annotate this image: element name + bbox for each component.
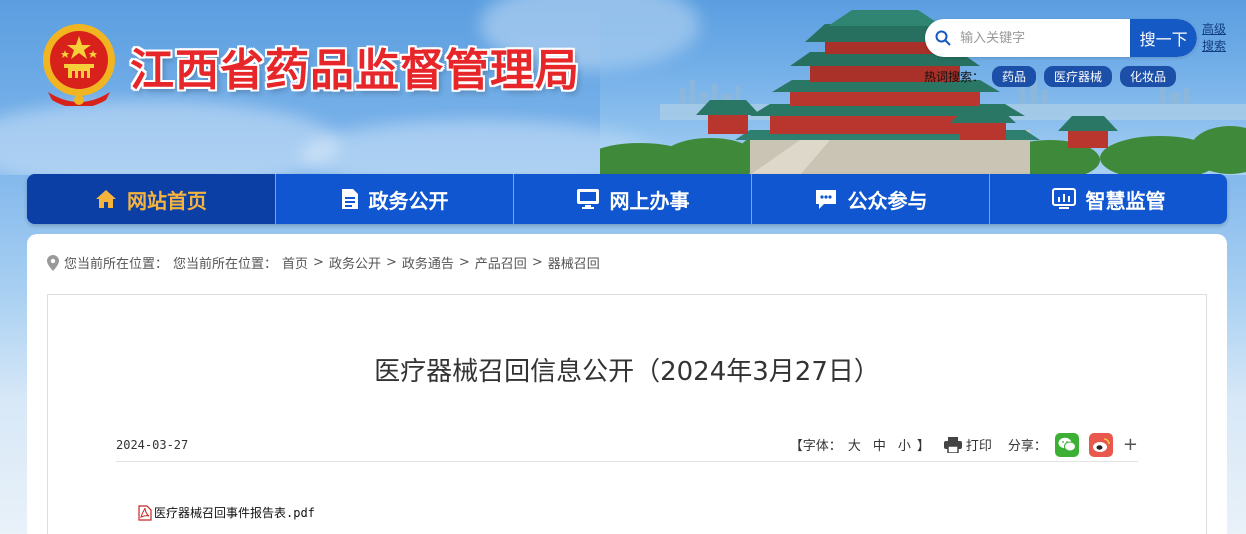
search-bar: 搜一下: [925, 19, 1197, 57]
national-emblem-icon: [43, 24, 115, 106]
font-size-bracket: 】: [916, 439, 930, 454]
chat-icon: [815, 190, 836, 209]
nav-item-government-affairs[interactable]: 政务公开: [275, 174, 513, 224]
breadcrumb-link-home[interactable]: 首页: [282, 253, 308, 272]
font-size-large-button[interactable]: 大: [848, 435, 861, 454]
breadcrumb-link-notices[interactable]: 政务通告: [402, 253, 454, 272]
breadcrumb-link-government-affairs[interactable]: 政务公开: [329, 253, 381, 272]
search-input[interactable]: [960, 30, 1131, 46]
article-tools: 【字体： 大 中 小 】 打印 分享： +: [789, 432, 1138, 457]
hot-keywords-label: 热词搜索：: [924, 70, 985, 84]
nav-item-smart-supervision[interactable]: 智慧监管: [989, 174, 1227, 224]
font-size-label: 【字体：: [789, 439, 842, 454]
location-pin-icon: [47, 254, 59, 271]
main-nav: 网站首页 政务公开 网上办事 公众参与 智慧监管: [27, 174, 1227, 224]
more-share-button[interactable]: +: [1123, 434, 1138, 455]
wechat-icon: [1058, 437, 1076, 452]
nav-item-label: 网站首页: [127, 188, 207, 213]
attachment-link[interactable]: 医疗器械召回事件报告表.pdf: [138, 504, 315, 521]
hot-tag[interactable]: 医疗器械: [1044, 66, 1113, 87]
nav-item-online-services[interactable]: 网上办事: [513, 174, 751, 224]
nav-item-label: 网上办事: [609, 188, 690, 213]
breadcrumb-separator: >: [313, 255, 324, 270]
article-meta: 2024-03-27 【字体： 大 中 小 】 打印 分享： +: [116, 428, 1138, 462]
site-header: 江西省药品监督管理局 输入关键字 搜一下 高级搜索 热词搜索： 药品 医疗器械 …: [0, 0, 1246, 175]
print-label: 打印: [965, 439, 992, 454]
breadcrumb: 您当前所在位置： 您当前所在位置： 首页 > 政务公开 > 政务通告 > 产品召…: [47, 253, 600, 272]
breadcrumb-link-device-recall[interactable]: 器械召回: [548, 253, 600, 272]
document-icon: [341, 189, 358, 209]
nav-item-label: 政务公开: [368, 188, 449, 213]
advanced-search-link[interactable]: 高级搜索: [1202, 21, 1230, 55]
breadcrumb-separator: >: [385, 255, 397, 270]
monitor-icon: [576, 189, 599, 209]
publish-date: 2024-03-27: [116, 437, 189, 452]
home-icon: [96, 190, 116, 208]
article-title: 医疗器械召回信息公开（2024年3月27日）: [374, 357, 880, 387]
dashboard-icon: [1051, 188, 1076, 209]
cloud-decoration: [0, 100, 340, 175]
font-size-small-button[interactable]: 小: [898, 435, 911, 454]
nav-item-label: 公众参与: [847, 188, 928, 213]
hot-tag[interactable]: 药品: [992, 66, 1037, 87]
nav-item-home[interactable]: 网站首页: [27, 174, 275, 224]
share-label: 分享：: [1007, 439, 1047, 454]
attachment-filename: 医疗器械召回事件报告表.pdf: [154, 506, 315, 520]
printer-icon: [943, 436, 962, 453]
print-button[interactable]: 打印: [943, 435, 992, 454]
article-panel: 医疗器械召回信息公开（2024年3月27日） 2024-03-27 【字体： 大…: [47, 294, 1207, 534]
content-area: 您当前所在位置： 您当前所在位置： 首页 > 政务公开 > 政务通告 > 产品召…: [27, 234, 1227, 534]
breadcrumb-prefix-2: 您当前所在位置：: [173, 257, 278, 272]
search-button[interactable]: 搜一下: [1130, 19, 1197, 57]
breadcrumb-separator: >: [458, 255, 470, 270]
weibo-icon: [1092, 437, 1110, 452]
weibo-share-button[interactable]: [1088, 432, 1113, 457]
wechat-share-button[interactable]: [1054, 432, 1079, 457]
hot-keywords: 热词搜索： 药品 医疗器械 化妆品: [924, 66, 1177, 87]
search-icon: [925, 19, 960, 57]
breadcrumb-link-product-recall[interactable]: 产品召回: [475, 253, 527, 272]
site-title: 江西省药品监督管理局: [130, 45, 580, 96]
nav-item-label: 智慧监管: [1085, 188, 1166, 213]
nav-item-public-participation[interactable]: 公众参与: [751, 174, 989, 224]
font-size-medium-button[interactable]: 中: [873, 435, 886, 454]
pdf-icon: [138, 504, 152, 521]
breadcrumb-prefix: 您当前所在位置：: [64, 257, 169, 272]
breadcrumb-separator: >: [531, 255, 543, 270]
hot-tag[interactable]: 化妆品: [1120, 66, 1177, 87]
